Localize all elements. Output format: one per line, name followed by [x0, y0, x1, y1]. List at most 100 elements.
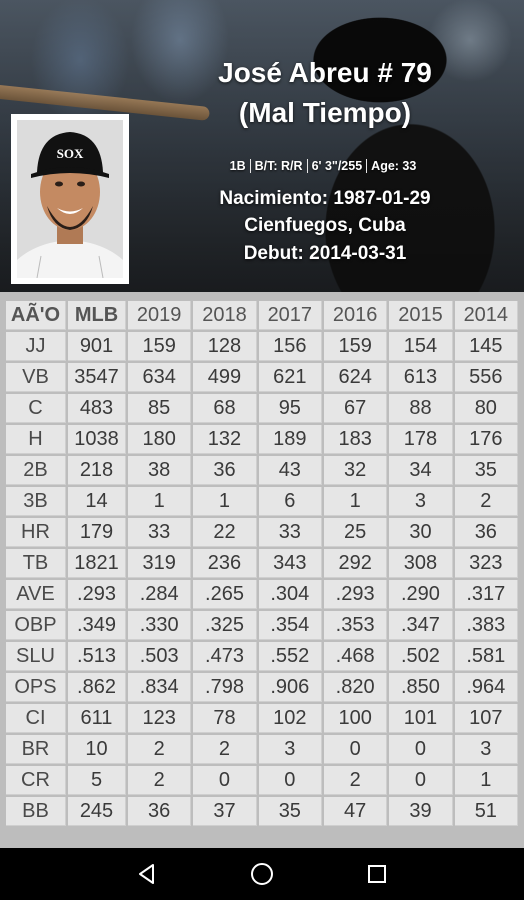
- stat-value: 35: [454, 456, 518, 485]
- stat-value: 80: [454, 394, 518, 423]
- table-row: BR 10 2 2 3 0 0 3: [6, 735, 518, 764]
- stat-value: 132: [193, 425, 257, 454]
- stat-value: 3: [258, 735, 322, 764]
- stat-value: .552: [258, 642, 322, 671]
- recents-icon: [367, 865, 386, 883]
- stat-value: 154: [389, 332, 453, 361]
- stat-value: .293: [323, 580, 388, 609]
- stat-value: 2: [128, 735, 192, 764]
- stat-value: .820: [323, 673, 388, 702]
- stat-value: .850: [389, 673, 453, 702]
- back-icon: [139, 864, 155, 884]
- stat-value: .353: [323, 611, 388, 640]
- stat-value: .265: [193, 580, 257, 609]
- player-info-line: 1B B/T: R/R 6' 3"/255 Age: 33: [188, 159, 458, 173]
- stat-value: 3: [454, 735, 518, 764]
- stat-value: .290: [389, 580, 453, 609]
- header-mlb: MLB: [68, 301, 126, 330]
- stat-value: .964: [454, 673, 518, 702]
- stat-career-value: .349: [68, 611, 126, 640]
- stat-value: 38: [128, 456, 192, 485]
- stat-career-value: 1038: [68, 425, 126, 454]
- stat-value: 1: [193, 487, 257, 516]
- stat-value: 292: [323, 549, 388, 578]
- stat-value: .503: [128, 642, 192, 671]
- stat-value: .581: [454, 642, 518, 671]
- stat-career-value: .293: [68, 580, 126, 609]
- stat-value: 0: [258, 766, 322, 795]
- stat-value: .317: [454, 580, 518, 609]
- stat-value: 319: [128, 549, 192, 578]
- player-photo-frame: SOX: [11, 114, 129, 284]
- stat-value: 183: [323, 425, 388, 454]
- home-button[interactable]: [242, 854, 282, 894]
- stat-career-value: .513: [68, 642, 126, 671]
- stat-value: .834: [128, 673, 192, 702]
- stat-career-value: 3547: [68, 363, 126, 392]
- table-row: 2B 218 38 36 43 32 34 35: [6, 456, 518, 485]
- stat-value: 178: [389, 425, 453, 454]
- stat-value: 25: [323, 518, 388, 547]
- player-debut: Debut: 2014-03-31: [243, 243, 407, 264]
- stat-label: SLU: [6, 642, 66, 671]
- header-year: 2015: [389, 301, 453, 330]
- stat-value: 67: [323, 394, 388, 423]
- table-row: VB 3547 634 499 621 624 613 556: [6, 363, 518, 392]
- stat-career-value: 179: [68, 518, 126, 547]
- stat-value: 39: [389, 797, 453, 826]
- stats-header-row: AÃ'O MLB 2019 2018 2017 2016 2015 2014: [6, 301, 518, 330]
- table-row: H 1038 180 132 189 183 178 176: [6, 425, 518, 454]
- recents-button[interactable]: [357, 854, 397, 894]
- stat-career-value: .862: [68, 673, 126, 702]
- cap-logo: SOX: [57, 146, 84, 161]
- stat-value: 176: [454, 425, 518, 454]
- stat-value: 236: [193, 549, 257, 578]
- stat-value: 1: [454, 766, 518, 795]
- stat-career-value: 10: [68, 735, 126, 764]
- stat-career-value: 611: [68, 704, 126, 733]
- stat-value: 37: [193, 797, 257, 826]
- table-row: OBP .349.330.325.354.353.347.383: [6, 611, 518, 640]
- stat-career-value: 483: [68, 394, 126, 423]
- stat-career-value: 1821: [68, 549, 126, 578]
- stat-value: 33: [258, 518, 322, 547]
- stat-value: 102: [258, 704, 322, 733]
- stat-value: 556: [454, 363, 518, 392]
- table-row: HR 179 33 22 33 25 30 36: [6, 518, 518, 547]
- header-year: 2016: [323, 301, 388, 330]
- stat-value: 22: [193, 518, 257, 547]
- stat-value: 343: [258, 549, 322, 578]
- stat-career-value: 245: [68, 797, 126, 826]
- stat-label: 3B: [6, 487, 66, 516]
- stat-value: 1: [323, 487, 388, 516]
- stat-value: 159: [323, 332, 388, 361]
- stat-label: JJ: [6, 332, 66, 361]
- back-button[interactable]: [127, 854, 167, 894]
- player-team: (Mal Tiempo): [238, 97, 412, 128]
- stat-value: 47: [323, 797, 388, 826]
- stat-value: .502: [389, 642, 453, 671]
- stat-value: 36: [193, 456, 257, 485]
- player-birthplace: Cienfuegos, Cuba: [244, 215, 406, 236]
- player-height-weight: 6' 3"/255: [306, 159, 367, 173]
- stats-table-container[interactable]: AÃ'O MLB 2019 2018 2017 2016 2015 2014 J…: [6, 299, 518, 843]
- table-row: 3B 14 1 1 6 1 3 2: [6, 487, 518, 516]
- player-header: SOX José Abreu # 79 (Mal Tiempo) 1B B/T:…: [0, 0, 524, 292]
- header-year: 2018: [193, 301, 257, 330]
- stat-value: 0: [389, 766, 453, 795]
- header-year: 2014: [454, 301, 518, 330]
- stat-value: 634: [128, 363, 192, 392]
- stat-value: .473: [193, 642, 257, 671]
- stat-career-value: 5: [68, 766, 126, 795]
- stat-label: HR: [6, 518, 66, 547]
- stat-value: 2: [193, 735, 257, 764]
- stat-label: OPS: [6, 673, 66, 702]
- stat-value: .304: [258, 580, 322, 609]
- stat-value: 36: [454, 518, 518, 547]
- table-row: CR 5 2 0 0 2 0 1: [6, 766, 518, 795]
- table-row: CI 611 123 78 102 100 101 107: [6, 704, 518, 733]
- stat-value: 32: [323, 456, 388, 485]
- stat-value: 35: [258, 797, 322, 826]
- stats-body: JJ 901 159 128 156 159 154 145 VB 3547 634 499 621 62…: [6, 332, 518, 826]
- stat-value: .354: [258, 611, 322, 640]
